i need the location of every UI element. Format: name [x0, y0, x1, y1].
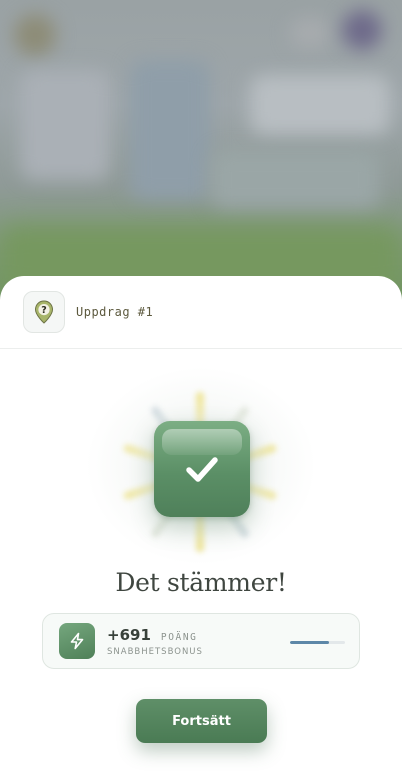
score-unit: POÄNG — [160, 631, 198, 643]
background-blob — [210, 150, 380, 210]
background-blob — [20, 70, 110, 180]
success-illustration — [0, 366, 402, 576]
score-card: +691 POÄNG SNABBHETSBONUS — [42, 613, 360, 669]
speed-bonus-progress — [290, 641, 345, 644]
background-blob — [250, 75, 390, 135]
score-line: +691 POÄNG — [107, 626, 203, 644]
map-pin-icon: ? — [34, 300, 54, 324]
checkmark-icon — [186, 457, 218, 482]
sheet-header: ? Uppdrag #1 — [0, 276, 402, 349]
background-blob — [14, 14, 56, 56]
result-title: Det stämmer! — [115, 568, 287, 597]
svg-text:?: ? — [41, 305, 47, 316]
background-blob — [290, 18, 330, 48]
lightning-icon — [70, 632, 84, 650]
score-text: +691 POÄNG SNABBHETSBONUS — [107, 626, 203, 657]
background-app-blurred — [0, 0, 402, 300]
background-avatar-blurred — [342, 10, 382, 50]
bolt-badge — [59, 623, 95, 659]
success-check-tile — [154, 421, 250, 517]
speed-bonus-progress-fill — [290, 641, 329, 644]
background-blob — [130, 60, 210, 200]
speed-bonus-label: SNABBHETSBONUS — [107, 646, 203, 657]
mission-badge: ? — [23, 291, 65, 333]
score-value: +691 — [107, 625, 151, 644]
continue-button[interactable]: Fortsätt — [136, 699, 267, 743]
mission-title: Uppdrag #1 — [76, 305, 154, 319]
result-sheet: ? Uppdrag #1 Det stämmer! +691 POÄNG SNA… — [0, 276, 402, 783]
